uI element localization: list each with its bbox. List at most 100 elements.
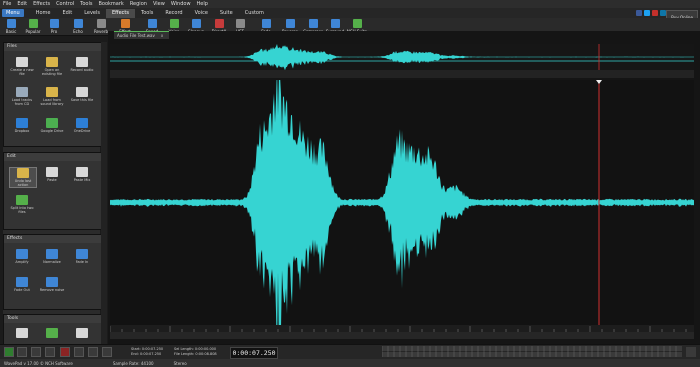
basic-button[interactable]: Basic (2, 19, 20, 34)
undo-button[interactable]: Undo last action (9, 167, 37, 188)
close-tab-icon[interactable]: x (161, 33, 163, 38)
sidebar: Files Create a new file Open an existing… (3, 42, 102, 349)
sidebar-scrollbar[interactable] (101, 42, 107, 347)
amplify-icon (16, 249, 28, 259)
menu-bookmark[interactable]: Bookmark (95, 1, 126, 7)
loop-button[interactable] (31, 347, 41, 357)
menu-region[interactable]: Region (127, 1, 150, 7)
tools-tile[interactable] (39, 328, 65, 339)
file-length: File Length: 0:00:08.808 (174, 352, 217, 356)
tab-effects[interactable]: Effects (106, 8, 135, 18)
menu-view[interactable]: View (150, 1, 168, 7)
open-file-button[interactable]: Open an existing file (39, 57, 65, 76)
time-ruler[interactable] (110, 325, 694, 332)
youtube-icon[interactable] (652, 10, 658, 16)
tab-home[interactable]: Home (30, 9, 57, 18)
tab-record[interactable]: Record (159, 9, 188, 18)
paste-mix-button[interactable]: Paste Mix (69, 167, 95, 182)
speed-icon (147, 19, 157, 28)
amplify-button[interactable]: Amplify (9, 249, 35, 264)
remove-noise-button[interactable]: Remove noise (39, 277, 65, 292)
tools-tile[interactable] (9, 328, 35, 339)
dropbox-button[interactable]: Dropbox (9, 118, 35, 133)
current-time-display: 0:00:07.250 (230, 347, 278, 359)
fade-icon (261, 19, 271, 28)
tab-tools[interactable]: Tools (135, 9, 159, 18)
onedrive-button[interactable]: OneDrive (69, 118, 95, 133)
skip-start-button[interactable] (45, 347, 55, 357)
fade-out-button[interactable]: Fade Out (9, 277, 35, 292)
chain-icon (120, 19, 130, 28)
waveform-icon (49, 19, 59, 28)
main-waveform[interactable] (110, 80, 694, 325)
skip-end-button[interactable] (102, 347, 112, 357)
edit-panel: Edit Undo last action Paste Paste Mix Sp… (3, 152, 102, 230)
voice-icon (169, 19, 179, 28)
google-drive-button[interactable]: Google Drive (39, 118, 65, 133)
save-icon (76, 87, 88, 97)
record-icon (76, 57, 88, 67)
fade-in-button[interactable]: Fade In (69, 249, 95, 264)
menu-control[interactable]: Control (53, 1, 77, 7)
tool-icon (76, 328, 88, 338)
tab-voice[interactable]: Voice (189, 9, 214, 18)
sound-library-button[interactable]: Load from sound library (39, 87, 65, 106)
channel-mode: Stereo (173, 360, 187, 366)
menu-help[interactable]: Help (194, 1, 211, 7)
library-icon (46, 87, 58, 97)
selection-length: Sel Length: 0:00:00.000 (174, 347, 217, 351)
app-version: WavePad v 17.00 © NCH Software (4, 360, 73, 366)
fast-forward-button[interactable] (88, 347, 98, 357)
main-menu-button[interactable]: Menu (2, 9, 24, 17)
onedrive-icon (76, 118, 88, 128)
open-file-icon (46, 57, 58, 67)
facebook-icon[interactable] (636, 10, 642, 16)
edit-panel-title: Edit (4, 153, 101, 161)
split-file-button[interactable]: Split into two files (9, 195, 35, 214)
load-cd-button[interactable]: Load tracks from CD (9, 87, 35, 106)
tab-suite[interactable]: Suite (214, 9, 239, 18)
google-drive-icon (46, 118, 58, 128)
save-file-button[interactable]: Save this file (69, 87, 95, 102)
menu-effects[interactable]: Effects (30, 1, 53, 7)
compress-icon (308, 19, 318, 28)
reverb-icon (96, 19, 106, 28)
status-bar: WavePad v 17.00 © NCH Software Sample Ra… (0, 359, 700, 367)
tab-levels[interactable]: Levels (78, 9, 106, 18)
popular-button[interactable]: Popular (24, 19, 42, 34)
ribbon-tabs: Menu Home Edit Levels Effects Tools Reco… (0, 8, 700, 18)
remove-noise-icon (46, 277, 58, 287)
pro-button[interactable]: Pro (46, 19, 62, 34)
cd-icon (16, 87, 28, 97)
menu-tools[interactable]: Tools (77, 1, 95, 7)
menu-bar: File Edit Effects Control Tools Bookmark… (0, 0, 700, 8)
horizontal-scrollbar[interactable] (110, 332, 694, 339)
record-audio-button[interactable]: Record audio (69, 57, 95, 72)
echo-button[interactable]: Echo (70, 19, 86, 34)
tab-custom[interactable]: Custom (239, 9, 270, 18)
effects-panel-title: Effects (4, 235, 101, 243)
overview-waveform[interactable] (110, 44, 694, 78)
tools-tile[interactable] (69, 328, 95, 339)
tab-edit[interactable]: Edit (57, 9, 79, 18)
menu-edit[interactable]: Edit (14, 1, 30, 7)
twitter-icon[interactable] (644, 10, 650, 16)
zoom-fit-button[interactable] (686, 347, 696, 357)
menu-window[interactable]: Window (168, 1, 194, 7)
file-tab[interactable]: Audio File Test.wav x (114, 31, 169, 39)
star-icon (28, 19, 38, 28)
create-new-file-button[interactable]: Create a new file (9, 57, 35, 76)
stop-button[interactable] (17, 347, 27, 357)
undo-icon (17, 168, 29, 178)
fade-in-icon (76, 249, 88, 259)
menu-file[interactable]: File (0, 1, 14, 7)
play-button[interactable] (4, 347, 14, 357)
cleanup-icon (191, 19, 201, 28)
paste-button[interactable]: Paste (39, 167, 65, 182)
vst-icon (235, 19, 245, 28)
files-panel: Files Create a new file Open an existing… (3, 42, 102, 147)
level-meter (382, 346, 682, 357)
record-button[interactable] (60, 347, 70, 357)
normalize-button[interactable]: Normalize (39, 249, 65, 264)
rewind-button[interactable] (74, 347, 84, 357)
